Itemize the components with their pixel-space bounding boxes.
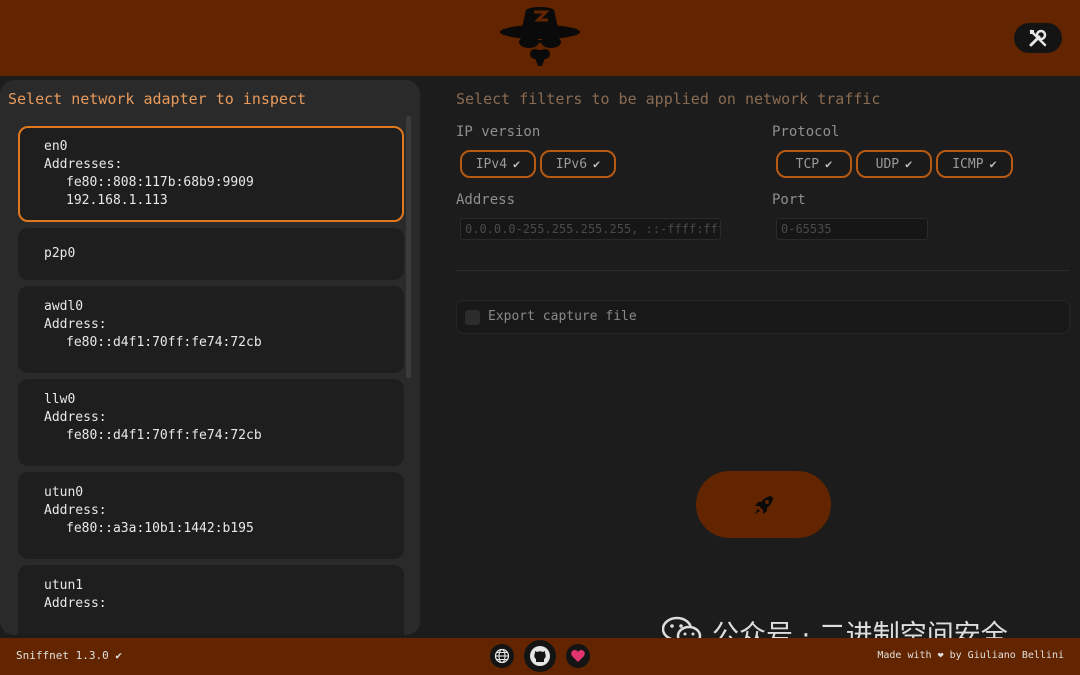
ipv6-filter-chip[interactable]: IPv6 ✔ bbox=[540, 150, 616, 178]
adapter-list: en0 Addresses: fe80::808:117b:68b9:9909 … bbox=[18, 126, 404, 635]
address-label: Address bbox=[456, 192, 516, 208]
header bbox=[0, 0, 1080, 76]
port-label: Port bbox=[772, 192, 806, 208]
check-icon: ✔ bbox=[905, 157, 913, 171]
check-icon: ✔ bbox=[513, 157, 521, 171]
adapter-address: 192.168.1.113 bbox=[66, 193, 168, 208]
export-label: Export capture file bbox=[488, 309, 637, 324]
adapter-address: fe80::808:117b:68b9:9909 bbox=[66, 175, 254, 190]
adapter-item-llw0[interactable]: llw0 Address: fe80::d4f1:70ff:fe74:72cb bbox=[18, 379, 404, 466]
adapter-address: fe80::d4f1:70ff:fe74:72cb bbox=[66, 335, 262, 350]
github-icon bbox=[530, 646, 550, 666]
adapter-name: llw0 bbox=[44, 392, 76, 407]
adapter-name: en0 bbox=[44, 139, 68, 154]
adapter-item-en0[interactable]: en0 Addresses: fe80::808:117b:68b9:9909 … bbox=[18, 126, 404, 222]
port-input[interactable]: 0-65535 bbox=[776, 218, 928, 240]
adapter-addresses-label: Addresses: bbox=[44, 157, 123, 172]
sponsor-link[interactable] bbox=[566, 644, 590, 668]
footer: Sniffnet 1.3.0 ✔ Made with ❤ by Giuliano… bbox=[0, 638, 1080, 675]
divider bbox=[456, 270, 1070, 271]
heart-icon bbox=[571, 650, 585, 662]
chip-label: UDP bbox=[875, 156, 900, 172]
adapter-item-awdl0[interactable]: awdl0 Address: fe80::d4f1:70ff:fe74:72cb bbox=[18, 286, 404, 373]
globe-icon bbox=[494, 648, 510, 664]
adapter-name: utun0 bbox=[44, 485, 84, 500]
adapter-addresses-label: Address: bbox=[44, 317, 107, 332]
export-capture-toggle[interactable]: Export capture file bbox=[456, 300, 1070, 334]
icmp-filter-chip[interactable]: ICMP ✔ bbox=[936, 150, 1013, 178]
adapter-panel: Select network adapter to inspect en0 Ad… bbox=[0, 80, 420, 635]
ip-version-label: IP version bbox=[456, 124, 541, 140]
settings-button[interactable] bbox=[1014, 23, 1062, 53]
adapter-address: fe80::a3a:10b1:1442:b195 bbox=[66, 521, 254, 536]
check-icon: ✔ bbox=[989, 157, 997, 171]
adapter-name: awdl0 bbox=[44, 299, 84, 314]
website-link[interactable] bbox=[490, 644, 514, 668]
protocol-label: Protocol bbox=[772, 124, 840, 140]
chip-label: IPv4 bbox=[475, 156, 508, 172]
adapter-addresses-label: Address: bbox=[44, 596, 107, 611]
credits: Made with ❤ by Giuliano Bellini bbox=[877, 650, 1064, 661]
tcp-filter-chip[interactable]: TCP ✔ bbox=[776, 150, 852, 178]
address-input[interactable]: 0.0.0.0-255.255.255.255, ::-ffff:ffff bbox=[460, 218, 721, 240]
chip-label: ICMP bbox=[952, 156, 984, 172]
adapter-item-utun1[interactable]: utun1 Address: bbox=[18, 565, 404, 635]
adapter-name: p2p0 bbox=[44, 246, 76, 261]
adapter-addresses-label: Address: bbox=[44, 503, 107, 518]
adapter-list-scrollbar[interactable] bbox=[406, 116, 411, 378]
sniffnet-logo-icon bbox=[498, 4, 582, 72]
filters-title: Select filters to be applied on network … bbox=[456, 90, 881, 108]
github-link[interactable] bbox=[524, 640, 556, 672]
rocket-icon bbox=[754, 495, 773, 514]
adapter-panel-title: Select network adapter to inspect bbox=[8, 90, 307, 108]
chip-label: IPv6 bbox=[555, 156, 588, 172]
check-icon: ✔ bbox=[825, 157, 833, 171]
adapter-addresses-label: Address: bbox=[44, 410, 107, 425]
ipv4-filter-chip[interactable]: IPv4 ✔ bbox=[460, 150, 536, 178]
check-icon: ✔ bbox=[593, 157, 601, 171]
udp-filter-chip[interactable]: UDP ✔ bbox=[856, 150, 932, 178]
adapter-item-p2p0[interactable]: p2p0 bbox=[18, 228, 404, 280]
export-checkbox[interactable] bbox=[465, 310, 480, 325]
settings-tools-icon bbox=[1029, 29, 1047, 47]
adapter-name: utun1 bbox=[44, 578, 84, 593]
start-capture-button[interactable] bbox=[696, 471, 831, 538]
adapter-address: fe80::d4f1:70ff:fe74:72cb bbox=[66, 428, 262, 443]
app-version: Sniffnet 1.3.0 ✔ bbox=[16, 649, 122, 662]
adapter-item-utun0[interactable]: utun0 Address: fe80::a3a:10b1:1442:b195 bbox=[18, 472, 404, 559]
chip-label: TCP bbox=[795, 156, 820, 172]
